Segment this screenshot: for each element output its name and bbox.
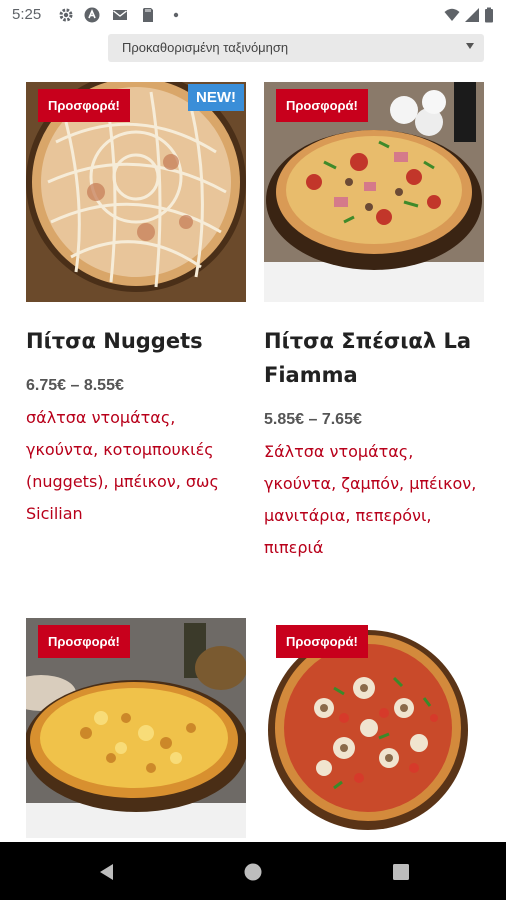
product-card-4[interactable]: Προσφορά! xyxy=(264,618,484,838)
sale-badge: Προσφορά! xyxy=(276,89,368,122)
product-card-nuggets[interactable]: Προσφορά! NEW! Πίτσα Nuggets 6.75€ – 8.5… xyxy=(26,82,246,532)
product-price: 5.85€ – 7.65€ xyxy=(264,411,362,428)
battery-icon xyxy=(484,7,494,23)
new-badge: NEW! xyxy=(188,84,244,111)
product-card-la-fiamma[interactable]: Προσφορά! Πίτσα Σπέσιαλ La Fiamma 5.85€ … xyxy=(264,82,484,562)
status-time: 5:25 xyxy=(12,6,42,23)
back-icon[interactable] xyxy=(96,861,118,883)
product-price: 6.75€ – 8.55€ xyxy=(26,377,124,394)
sort-dropdown[interactable]: Προκαθορισμένη ταξινόμηση xyxy=(108,34,484,62)
circle-a-icon xyxy=(84,7,100,23)
sale-badge: Προσφορά! xyxy=(38,89,130,122)
recents-icon[interactable] xyxy=(390,861,412,883)
sale-badge: Προσφορά! xyxy=(38,625,130,658)
product-image[interactable]: Προσφορά! xyxy=(26,618,246,838)
sale-badge: Προσφορά! xyxy=(276,625,368,658)
chevron-down-icon xyxy=(466,43,474,49)
dot-icon xyxy=(168,7,184,23)
status-bar: 5:25 xyxy=(0,0,506,32)
product-image[interactable]: Προσφορά! NEW! xyxy=(26,82,246,302)
product-image[interactable]: Προσφορά! xyxy=(264,618,484,838)
home-icon[interactable] xyxy=(242,861,264,883)
sd-card-icon xyxy=(140,7,156,23)
sort-dropdown-label: Προκαθορισμένη ταξινόμηση xyxy=(122,40,289,55)
system-nav-bar xyxy=(0,842,506,900)
mail-icon xyxy=(112,7,128,23)
product-title[interactable]: Πίτσα Σπέσιαλ La Fiamma xyxy=(264,324,484,392)
product-description: σάλτσα ντομάτας, γκούντα, κοτομπουκιές (… xyxy=(26,408,219,523)
product-description: Σάλτσα ντομάτας, γκούντα, ζαμπόν, μπέικο… xyxy=(264,442,477,557)
wifi-icon xyxy=(444,7,460,23)
product-card-3[interactable]: Προσφορά! xyxy=(26,618,246,838)
product-title[interactable]: Πίτσα Nuggets xyxy=(26,324,246,358)
gear-icon xyxy=(58,7,74,23)
signal-icon xyxy=(464,7,480,23)
product-image[interactable]: Προσφορά! xyxy=(264,82,484,302)
